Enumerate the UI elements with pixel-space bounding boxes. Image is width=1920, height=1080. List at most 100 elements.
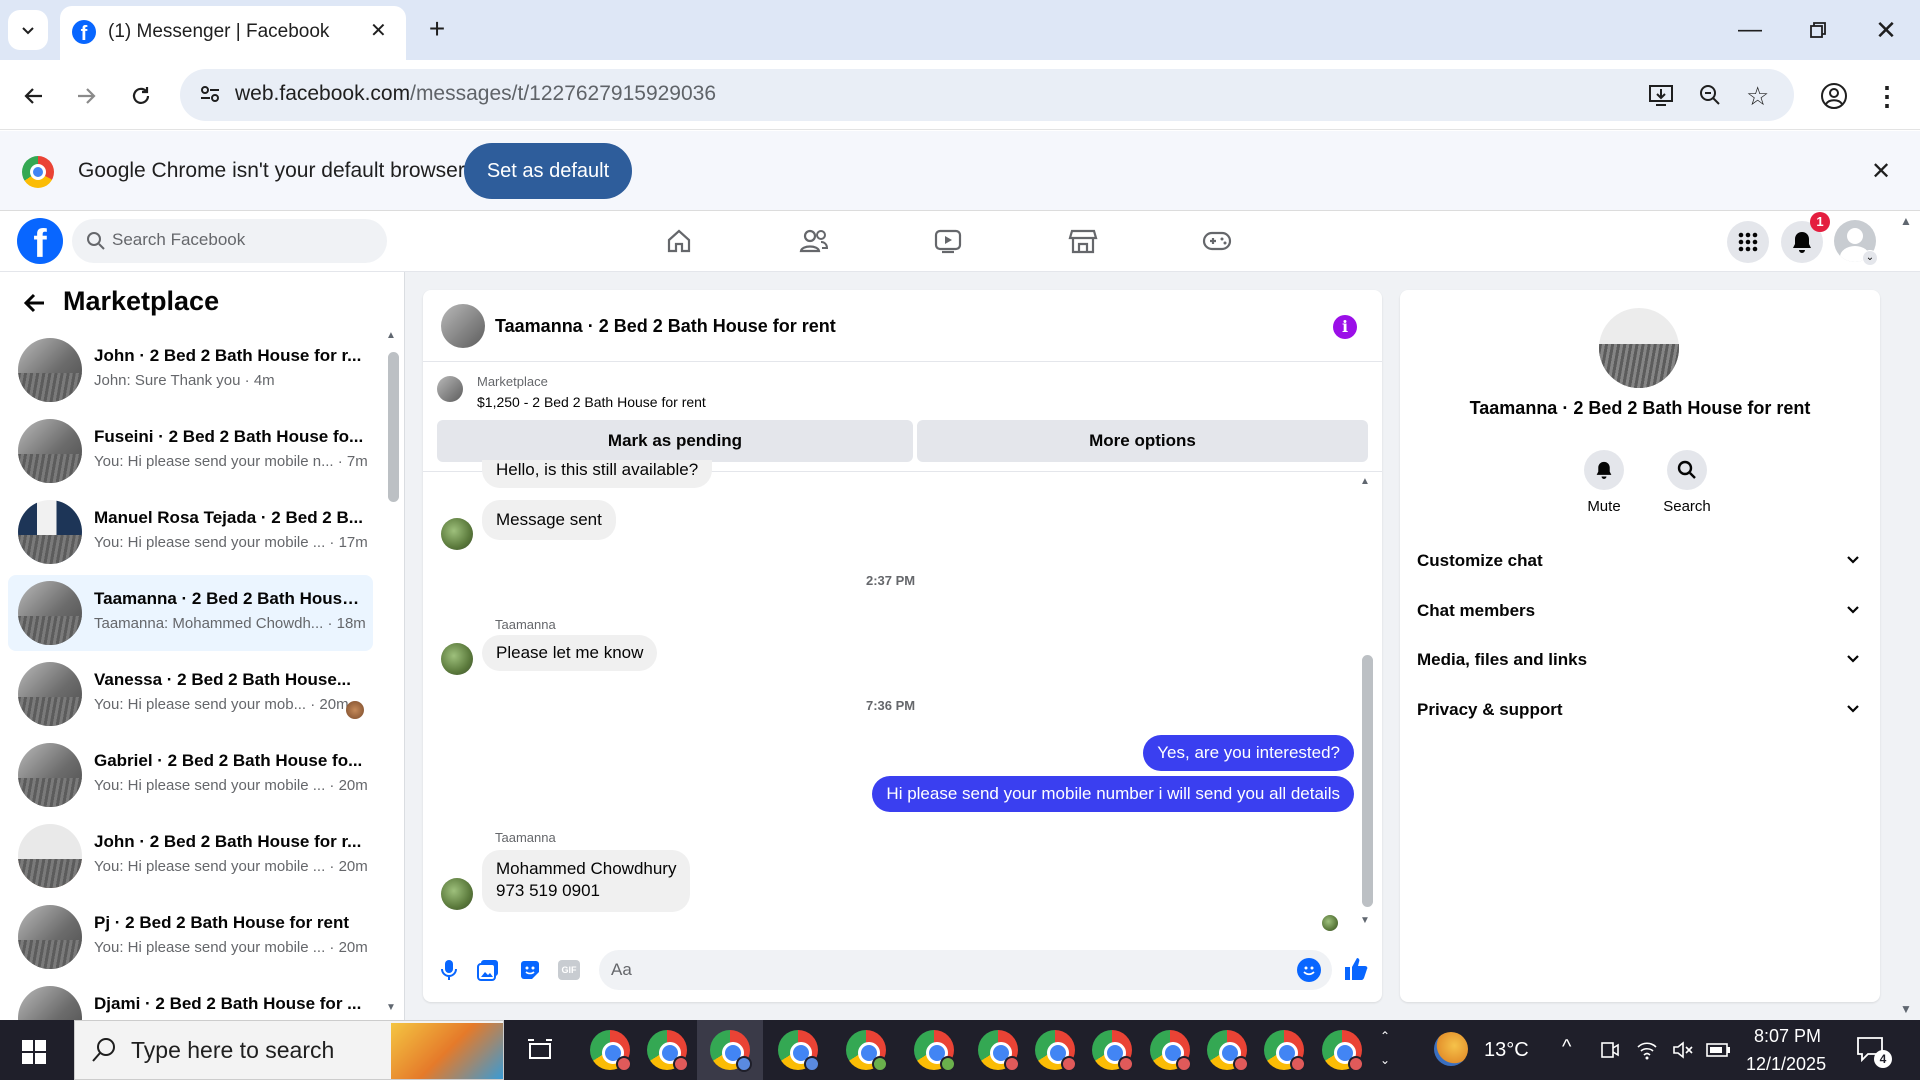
conversation-item[interactable]: Manuel Rosa Tejada · 2 Bed 2 B... You: H… <box>8 494 373 570</box>
media-files-links-section[interactable]: Media, files and links <box>1417 637 1861 683</box>
sticker-icon[interactable] <box>518 958 542 987</box>
meet-now-icon[interactable] <box>1600 1040 1620 1065</box>
show-hidden-icons[interactable]: ^ <box>1562 1036 1571 1059</box>
mark-as-pending-button[interactable]: Mark as pending <box>437 420 913 462</box>
message-bubble: Please let me know <box>482 635 658 671</box>
chrome-taskbar-app[interactable] <box>914 1030 956 1072</box>
chrome-taskbar-app-active[interactable] <box>710 1030 752 1072</box>
photo-icon[interactable] <box>476 958 500 987</box>
conversation-item[interactable]: John · 2 Bed 2 Bath House for r... You: … <box>8 818 373 894</box>
friends-icon[interactable] <box>797 224 831 258</box>
message-input[interactable]: Aa <box>599 950 1332 990</box>
tab-search-chevron-icon[interactable] <box>8 10 48 50</box>
gaming-icon[interactable] <box>1200 224 1234 258</box>
chrome-taskbar-app[interactable] <box>846 1030 888 1072</box>
back-icon[interactable] <box>14 76 54 116</box>
customize-chat-section[interactable]: Customize chat <box>1417 538 1861 584</box>
chrome-menu-icon[interactable]: ⋮ <box>1872 78 1902 114</box>
thumbs-up-icon[interactable] <box>1343 956 1369 987</box>
microphone-icon[interactable] <box>439 958 459 987</box>
wifi-icon[interactable] <box>1636 1040 1658 1065</box>
url-text[interactable]: web.facebook.com/messages/t/122762791592… <box>235 82 716 106</box>
volume-muted-icon[interactable] <box>1672 1040 1694 1065</box>
menu-grid-icon[interactable] <box>1727 221 1769 263</box>
chrome-taskbar-app[interactable] <box>1092 1030 1134 1072</box>
section-label: Chat members <box>1417 601 1536 620</box>
page-scroll-up-icon[interactable]: ▲ <box>1900 214 1912 228</box>
conversation-item[interactable]: John · 2 Bed 2 Bath House for r... John:… <box>8 332 373 408</box>
chat-title[interactable]: Taamanna · 2 Bed 2 Bath House for rent <box>495 316 836 337</box>
chrome-taskbar-app[interactable] <box>1150 1030 1192 1072</box>
emoji-icon[interactable] <box>1297 958 1321 982</box>
chrome-taskbar-app[interactable] <box>1207 1030 1249 1072</box>
facebook-logo-icon[interactable]: f <box>17 218 63 264</box>
conversation-item[interactable]: Pj · 2 Bed 2 Bath House for rent You: Hi… <box>8 899 373 975</box>
conversation-item[interactable]: Fuseini · 2 Bed 2 Bath House fo... You: … <box>8 413 373 489</box>
mute-bell-icon <box>1584 450 1624 490</box>
weather-icon[interactable] <box>1434 1032 1468 1066</box>
clock-time[interactable]: 8:07 PM <box>1754 1026 1821 1047</box>
clock-date[interactable]: 12/1/2025 <box>1746 1054 1826 1075</box>
chat-scrollbar[interactable] <box>1362 655 1373 907</box>
details-avatar[interactable] <box>1599 308 1679 388</box>
restore-icon[interactable] <box>1798 10 1838 50</box>
chat-members-section[interactable]: Chat members <box>1417 588 1861 634</box>
chat-scroll-up-icon[interactable]: ▲ <box>1360 476 1370 487</box>
chat-avatar[interactable] <box>441 304 485 348</box>
battery-icon[interactable] <box>1706 1042 1732 1063</box>
url-path: /messages/t/1227627915929036 <box>410 82 717 105</box>
privacy-support-section[interactable]: Privacy & support <box>1417 687 1861 733</box>
forward-icon[interactable] <box>66 76 106 116</box>
chrome-taskbar-app[interactable] <box>978 1030 1020 1072</box>
home-icon[interactable] <box>662 224 696 258</box>
profile-icon[interactable] <box>1816 78 1852 114</box>
mute-button[interactable]: Mute <box>1574 450 1634 520</box>
info-icon[interactable]: i <box>1333 315 1357 339</box>
minimize-icon[interactable]: — <box>1730 10 1770 50</box>
conversation-item[interactable]: Gabriel · 2 Bed 2 Bath House fo... You: … <box>8 737 373 813</box>
site-info-icon[interactable] <box>198 82 222 111</box>
listing-text[interactable]: $1,250 - 2 Bed 2 Bath House for rent <box>477 394 706 410</box>
listing-thumbnail[interactable] <box>437 376 463 402</box>
new-tab-icon[interactable]: + <box>420 12 454 46</box>
task-view-icon[interactable] <box>526 1036 554 1069</box>
tab-close-icon[interactable]: ✕ <box>370 18 387 43</box>
gif-icon[interactable]: GIF <box>558 960 580 980</box>
zoom-icon[interactable] <box>1698 83 1722 112</box>
sidebar-scroll-down-icon[interactable]: ▼ <box>386 1002 396 1013</box>
taskbar-search-box[interactable]: Type here to search <box>74 1020 504 1080</box>
omnibox[interactable]: web.facebook.com/messages/t/122762791592… <box>180 69 1794 121</box>
chrome-taskbar-app[interactable] <box>1035 1030 1077 1072</box>
conversation-item-active[interactable]: Taamanna · 2 Bed 2 Bath House... Taamann… <box>8 575 373 651</box>
sidebar-scrollbar[interactable] <box>388 352 399 502</box>
install-app-icon[interactable] <box>1648 83 1674 112</box>
close-window-icon[interactable]: ✕ <box>1866 10 1906 50</box>
bookmark-star-icon[interactable]: ☆ <box>1746 81 1769 112</box>
chat-scroll-down-icon[interactable]: ▼ <box>1360 915 1370 926</box>
conversation-item[interactable]: Djami · 2 Bed 2 Bath House for ... <box>8 980 373 1020</box>
sidebar-scroll-up-icon[interactable]: ▲ <box>386 330 396 341</box>
reload-icon[interactable] <box>121 76 161 116</box>
chrome-taskbar-app[interactable] <box>647 1030 689 1072</box>
chrome-taskbar-app[interactable] <box>590 1030 632 1072</box>
more-options-button[interactable]: More options <box>917 420 1368 462</box>
chrome-taskbar-app[interactable] <box>1264 1030 1306 1072</box>
weather-temp[interactable]: 13°C <box>1484 1039 1529 1062</box>
search-in-chat-button[interactable]: Search <box>1655 450 1719 520</box>
chrome-taskbar-app[interactable] <box>1322 1030 1364 1072</box>
taskbar-scroll-icon[interactable]: ⌃ ⌄ <box>1380 1024 1390 1072</box>
video-icon[interactable] <box>931 224 965 258</box>
conversation-snippet: John: Sure Thank you · 4m <box>94 372 275 389</box>
page-scroll-down-icon[interactable]: ▼ <box>1900 1002 1912 1016</box>
chrome-taskbar-app[interactable] <box>778 1030 820 1072</box>
back-arrow-icon[interactable] <box>22 290 48 321</box>
conversation-item[interactable]: Vanessa · 2 Bed 2 Bath House... You: Hi … <box>8 656 373 732</box>
marketplace-icon[interactable] <box>1066 224 1100 258</box>
taskbar-search-placeholder: Type here to search <box>131 1037 335 1063</box>
set-as-default-button[interactable]: Set as default <box>464 143 632 199</box>
account-chevron-icon[interactable]: ⌄ <box>1862 250 1878 266</box>
browser-tab[interactable]: f (1) Messenger | Facebook ✕ <box>60 6 406 60</box>
facebook-search-input[interactable]: Search Facebook <box>72 219 387 263</box>
infobar-close-icon[interactable]: ✕ <box>1864 154 1898 188</box>
windows-start-icon[interactable] <box>22 1040 46 1069</box>
